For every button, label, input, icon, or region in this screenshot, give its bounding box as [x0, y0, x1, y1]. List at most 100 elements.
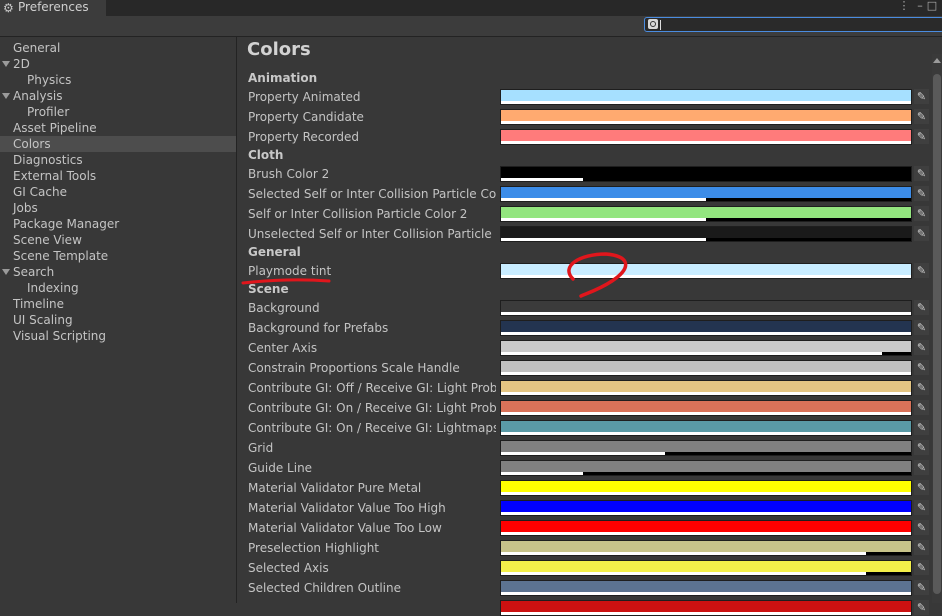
eyedropper-icon[interactable]: ✎: [914, 226, 929, 241]
expand-arrow-icon[interactable]: [2, 269, 10, 275]
color-field-property-candidate[interactable]: [500, 109, 912, 125]
minimize-icon[interactable]: –: [914, 0, 926, 12]
color-field-unlabeled[interactable]: [500, 600, 912, 616]
eyedropper-icon[interactable]: ✎: [914, 129, 929, 144]
sidebar-item-analysis[interactable]: Analysis: [0, 88, 236, 104]
sidebar-item-scene-template[interactable]: Scene Template: [0, 248, 236, 264]
color-field-selected-children-outline[interactable]: [500, 580, 912, 596]
sidebar-item-label: Profiler: [27, 105, 70, 119]
eyedropper-icon[interactable]: ✎: [914, 206, 929, 221]
sidebar-item-profiler[interactable]: Profiler: [0, 104, 236, 120]
eyedropper-icon[interactable]: ✎: [914, 440, 929, 455]
color-field-selected-self-or-inter-collision-particle-color[interactable]: [500, 186, 912, 202]
vertical-scrollbar[interactable]: [932, 54, 942, 603]
color-field-property-animated[interactable]: [500, 89, 912, 105]
color-field-material-validator-value-too-high[interactable]: [500, 500, 912, 516]
color-field-selected-axis[interactable]: [500, 560, 912, 576]
eyedropper-icon[interactable]: ✎: [914, 320, 929, 335]
eyedropper-icon[interactable]: ✎: [914, 480, 929, 495]
sidebar-item-timeline[interactable]: Timeline: [0, 296, 236, 312]
color-field-unselected-self-or-inter-collision-particle-color[interactable]: [500, 226, 912, 242]
color-field-brush-color-2[interactable]: [500, 166, 912, 182]
window-title: Preferences: [18, 0, 89, 14]
eyedropper-icon[interactable]: ✎: [914, 263, 929, 278]
color-field-self-or-inter-collision-particle-color-2[interactable]: [500, 206, 912, 222]
eyedropper-icon[interactable]: ✎: [914, 420, 929, 435]
sidebar-item-label: External Tools: [13, 169, 97, 183]
sidebar-item-label: Diagnostics: [13, 153, 83, 167]
eyedropper-icon[interactable]: ✎: [914, 600, 929, 615]
sidebar-item-label: Indexing: [27, 281, 79, 295]
eyedropper-icon[interactable]: ✎: [914, 166, 929, 181]
page-title: Colors: [247, 39, 311, 60]
eyedropper-icon[interactable]: ✎: [914, 380, 929, 395]
color-label-property-recorded: Property Recorded: [248, 130, 360, 144]
scrollbar-thumb[interactable]: [933, 74, 941, 594]
sidebar-item-jobs[interactable]: Jobs: [0, 200, 236, 216]
color-field-guide-line[interactable]: [500, 460, 912, 476]
eyedropper-icon[interactable]: ✎: [914, 109, 929, 124]
eyedropper-icon[interactable]: ✎: [914, 340, 929, 355]
sidebar-item-general[interactable]: General: [0, 40, 236, 56]
preferences-tab[interactable]: ⚙ Preferences: [0, 0, 107, 16]
color-field-contribute-gi-on-receive-gi-light-probes[interactable]: [500, 400, 912, 416]
color-label-unselected-self-or-inter-collision-particle-color: Unselected Self or Inter Collision Parti…: [248, 227, 496, 241]
scroll-up-icon[interactable]: [933, 58, 941, 63]
search-input[interactable]: [644, 17, 942, 32]
color-label-selected-children-outline: Selected Children Outline: [248, 581, 401, 595]
more-options-icon[interactable]: ⋮: [898, 0, 910, 12]
alpha-bar-fill: [501, 218, 706, 221]
sidebar-item-search[interactable]: Search: [0, 264, 236, 280]
color-label-property-candidate: Property Candidate: [248, 110, 364, 124]
eyedropper-icon[interactable]: ✎: [914, 540, 929, 555]
color-label-self-or-inter-collision-particle-color-2: Self or Inter Collision Particle Color 2: [248, 207, 468, 221]
eyedropper-icon[interactable]: ✎: [914, 300, 929, 315]
sidebar-item-colors[interactable]: Colors: [0, 136, 236, 152]
color-field-contribute-gi-on-receive-gi-lightmaps[interactable]: [500, 420, 912, 436]
text-caret: [660, 20, 661, 30]
sidebar-item-physics[interactable]: Physics: [0, 72, 236, 88]
expand-arrow-icon[interactable]: [2, 93, 10, 99]
color-field-center-axis[interactable]: [500, 340, 912, 356]
eyedropper-icon[interactable]: ✎: [914, 460, 929, 475]
color-field-contribute-gi-off-receive-gi-light-probes[interactable]: [500, 380, 912, 396]
color-field-material-validator-value-too-low[interactable]: [500, 520, 912, 536]
alpha-bar-fill: [501, 141, 911, 144]
color-label-material-validator-value-too-high: Material Validator Value Too High: [248, 501, 446, 515]
eyedropper-icon[interactable]: ✎: [914, 560, 929, 575]
section-header: Cloth: [248, 148, 284, 162]
sidebar-item-indexing[interactable]: Indexing: [0, 280, 236, 296]
color-field-playmode-tint[interactable]: [500, 263, 912, 279]
color-field-constrain-proportions-scale-handle[interactable]: [500, 360, 912, 376]
eyedropper-icon[interactable]: ✎: [914, 186, 929, 201]
color-label-playmode-tint: Playmode tint: [248, 264, 332, 278]
color-field-background[interactable]: [500, 300, 912, 316]
sidebar-item-package-manager[interactable]: Package Manager: [0, 216, 236, 232]
eyedropper-icon[interactable]: ✎: [914, 89, 929, 104]
sidebar-item-label: Visual Scripting: [13, 329, 106, 343]
eyedropper-icon[interactable]: ✎: [914, 500, 929, 515]
eyedropper-icon[interactable]: ✎: [914, 360, 929, 375]
sidebar-item-diagnostics[interactable]: Diagnostics: [0, 152, 236, 168]
color-field-material-validator-pure-metal[interactable]: [500, 480, 912, 496]
eyedropper-icon[interactable]: ✎: [914, 580, 929, 595]
sidebar-item-scene-view[interactable]: Scene View: [0, 232, 236, 248]
alpha-bar-fill: [501, 512, 911, 515]
alpha-bar-fill: [501, 121, 911, 124]
eyedropper-icon[interactable]: ✎: [914, 520, 929, 535]
maximize-icon[interactable]: □: [926, 0, 938, 12]
color-field-preselection-highlight[interactable]: [500, 540, 912, 556]
sidebar-item-2d[interactable]: 2D: [0, 56, 236, 72]
expand-arrow-icon[interactable]: [2, 61, 10, 67]
eyedropper-icon[interactable]: ✎: [914, 400, 929, 415]
sidebar-item-asset-pipeline[interactable]: Asset Pipeline: [0, 120, 236, 136]
sidebar-item-visual-scripting[interactable]: Visual Scripting: [0, 328, 236, 344]
color-field-background-for-prefabs[interactable]: [500, 320, 912, 336]
color-field-property-recorded[interactable]: [500, 129, 912, 145]
sidebar-item-gi-cache[interactable]: GI Cache: [0, 184, 236, 200]
color-field-grid[interactable]: [500, 440, 912, 456]
alpha-bar-fill: [501, 332, 911, 335]
sidebar-item-external-tools[interactable]: External Tools: [0, 168, 236, 184]
sidebar-item-ui-scaling[interactable]: UI Scaling: [0, 312, 236, 328]
color-label-selected-axis: Selected Axis: [248, 561, 329, 575]
